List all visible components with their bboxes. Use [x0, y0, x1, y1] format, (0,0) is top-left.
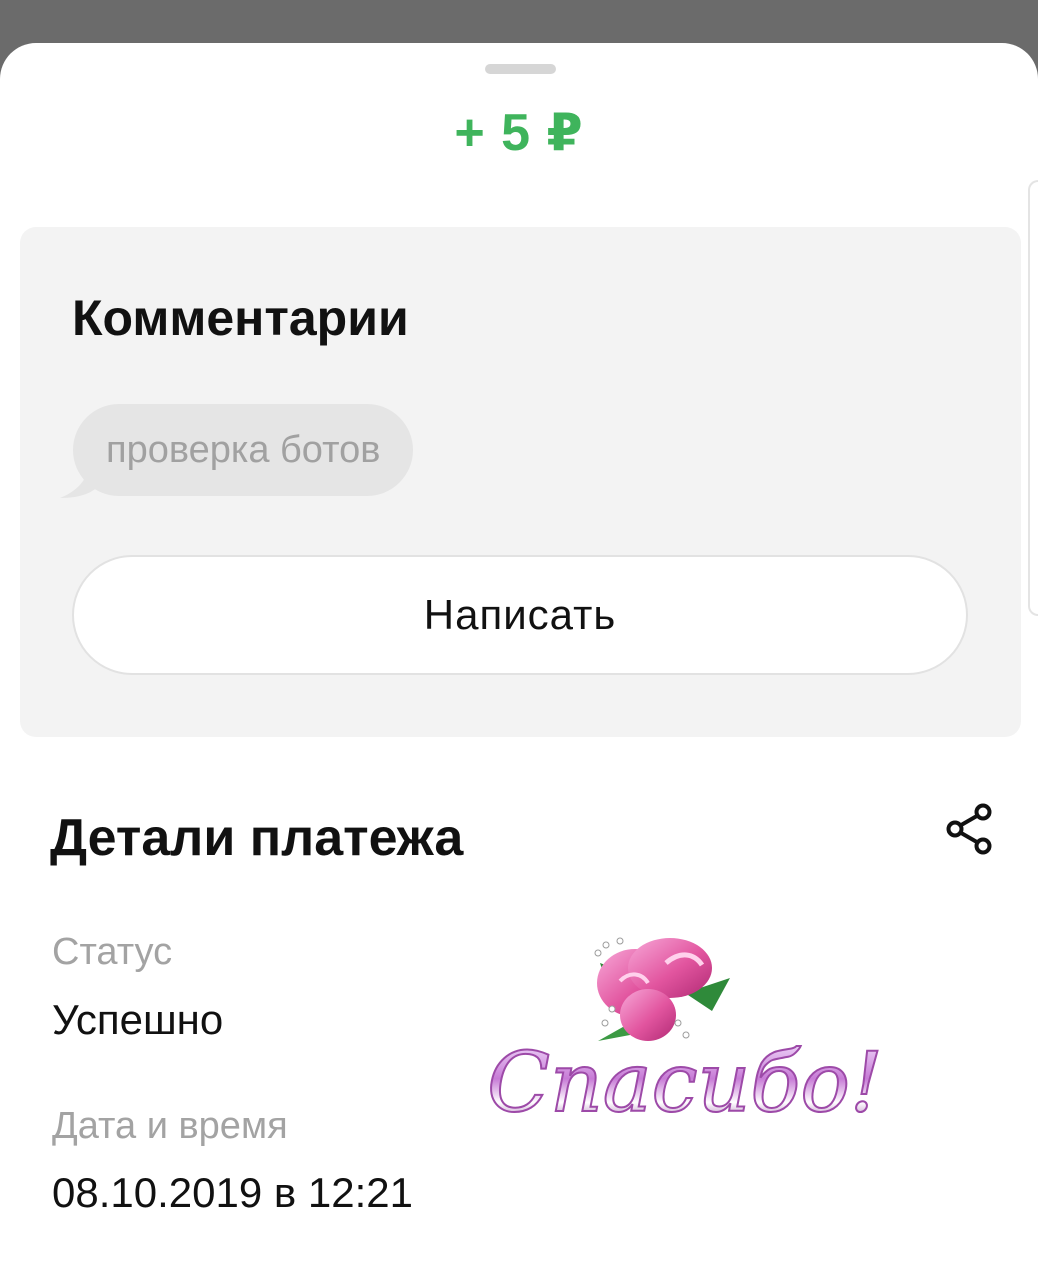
comment-bubble: проверка ботов	[73, 404, 414, 496]
comments-card: Комментарии проверка ботов Написать	[20, 227, 1021, 737]
payment-details-title: Детали платежа	[50, 809, 464, 867]
status-value: Успешно	[52, 996, 224, 1043]
payment-amount: + 5 ₽	[454, 104, 584, 162]
sheet-drag-handle[interactable]	[485, 64, 556, 74]
share-icon[interactable]	[942, 801, 998, 857]
scroll-indicator[interactable]	[1028, 180, 1038, 616]
sticker-caption: Спасибо!	[487, 1036, 883, 1123]
status-label: Статус	[52, 931, 173, 973]
datetime-value: 08.10.2019 в 12:21	[52, 1169, 413, 1216]
write-comment-button[interactable]: Написать	[72, 555, 968, 675]
thank-you-sticker: Спасибо!	[486, 937, 884, 1123]
payment-details-sheet: + 5 ₽ Комментарии проверка ботов Написат…	[0, 43, 1038, 1280]
comments-title: Комментарии	[72, 290, 409, 346]
datetime-label: Дата и время	[52, 1105, 288, 1147]
rose-bouquet-icon	[594, 937, 730, 1041]
